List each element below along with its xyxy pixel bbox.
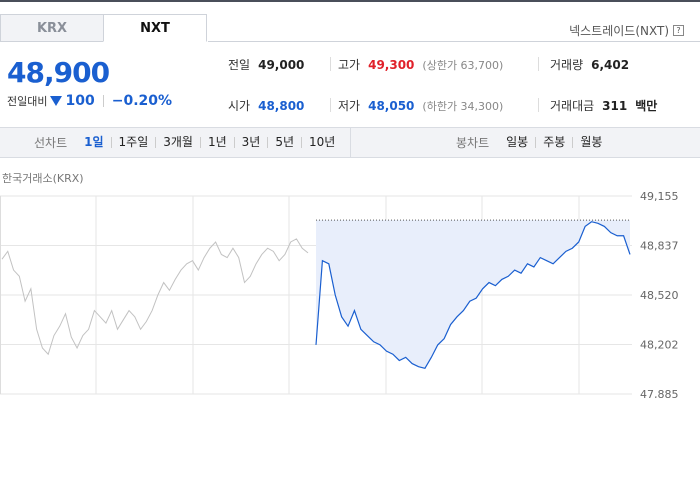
candle-chart-periods: 봉차트 일봉 주봉 월봉 <box>456 128 609 157</box>
candle-monthly[interactable]: 월봉 <box>572 136 609 148</box>
tab-nxt[interactable]: NXT <box>103 14 207 42</box>
period-1d[interactable]: 1일 <box>77 136 110 148</box>
y-tick-label: 49,155 <box>640 190 679 203</box>
change-percent: −0.20% <box>111 93 173 109</box>
lower-limit: (하한가 34,300) <box>422 99 504 113</box>
down-arrow-icon <box>50 96 63 106</box>
period-1w[interactable]: 1주일 <box>110 136 156 148</box>
y-tick-label: 48,520 <box>640 289 679 302</box>
chart-source-label: 한국거래소(KRX) <box>2 172 84 185</box>
exchange-label: 넥스트레이드(NXT) <box>569 24 669 38</box>
high-value: 49,300 <box>368 57 415 72</box>
bar-divider <box>350 128 351 157</box>
trade-value-unit: 백만 <box>635 99 658 113</box>
stat-volume: 거래량 6,402 <box>550 56 629 73</box>
open-label: 시가 <box>228 99 251 113</box>
line-chart-label: 선차트 <box>34 136 68 150</box>
period-10y[interactable]: 10년 <box>301 136 342 148</box>
high-label: 고가 <box>338 58 361 72</box>
candle-weekly[interactable]: 주봉 <box>535 136 572 148</box>
volume-value: 6,402 <box>591 57 630 72</box>
trade-value-value: 311 <box>602 98 628 113</box>
intraday-price-chart: 49,155 48,837 48,520 48,202 47,885 <box>0 190 679 398</box>
tab-krx[interactable]: KRX <box>0 14 104 42</box>
stat-high: 고가 49,300 (상한가 63,700) <box>338 56 503 73</box>
previous-day-line <box>1 238 309 356</box>
candle-daily[interactable]: 일봉 <box>499 136 535 148</box>
prev-close-label: 전일 <box>228 58 251 72</box>
period-3y[interactable]: 3년 <box>233 136 268 148</box>
line-chart-periods: 선차트 1일 1주일 3개월 1년 3년 5년 10년 <box>34 128 342 157</box>
market-tabs: KRX NXT <box>0 14 207 42</box>
price-change: 전일대비 100 −0.20% <box>7 93 172 109</box>
exchange-name: 넥스트레이드(NXT) ? <box>569 22 684 39</box>
trade-value-label: 거래대금 <box>550 99 595 113</box>
y-tick-label: 48,837 <box>640 240 679 253</box>
volume-label: 거래량 <box>550 58 584 72</box>
low-value: 48,050 <box>368 98 415 113</box>
tab-divider <box>208 41 700 42</box>
change-label: 전일대비 <box>7 95 48 108</box>
stat-open: 시가 48,800 <box>228 97 304 114</box>
stat-separator <box>330 57 331 71</box>
top-border <box>0 0 700 2</box>
stat-low: 저가 48,050 (하한가 34,300) <box>338 97 503 114</box>
prev-close-value: 49,000 <box>258 57 305 72</box>
period-3m[interactable]: 3개월 <box>155 136 200 148</box>
chart-period-bar: 선차트 1일 1주일 3개월 1년 3년 5년 10년 봉차트 일봉 주봉 월봉 <box>0 127 700 158</box>
upper-limit: (상한가 63,700) <box>422 58 504 72</box>
period-5y[interactable]: 5년 <box>267 136 301 148</box>
change-amount: 100 <box>65 93 95 109</box>
period-1y[interactable]: 1년 <box>199 136 234 148</box>
stat-separator <box>538 57 539 71</box>
current-price: 48,900 <box>7 56 110 89</box>
y-tick-label: 48,202 <box>640 339 679 352</box>
open-value: 48,800 <box>258 98 305 113</box>
stat-separator <box>330 98 331 112</box>
candle-chart-label: 봉차트 <box>456 136 490 150</box>
y-tick-label: 47,885 <box>640 388 679 398</box>
stat-separator <box>538 98 539 112</box>
help-icon[interactable]: ? <box>673 25 684 36</box>
low-label: 저가 <box>338 99 361 113</box>
today-fill-area <box>316 220 630 369</box>
change-separator <box>102 95 104 107</box>
stat-prev-close: 전일 49,000 <box>228 56 304 73</box>
stat-trade-value: 거래대금 311 백만 <box>550 97 657 114</box>
